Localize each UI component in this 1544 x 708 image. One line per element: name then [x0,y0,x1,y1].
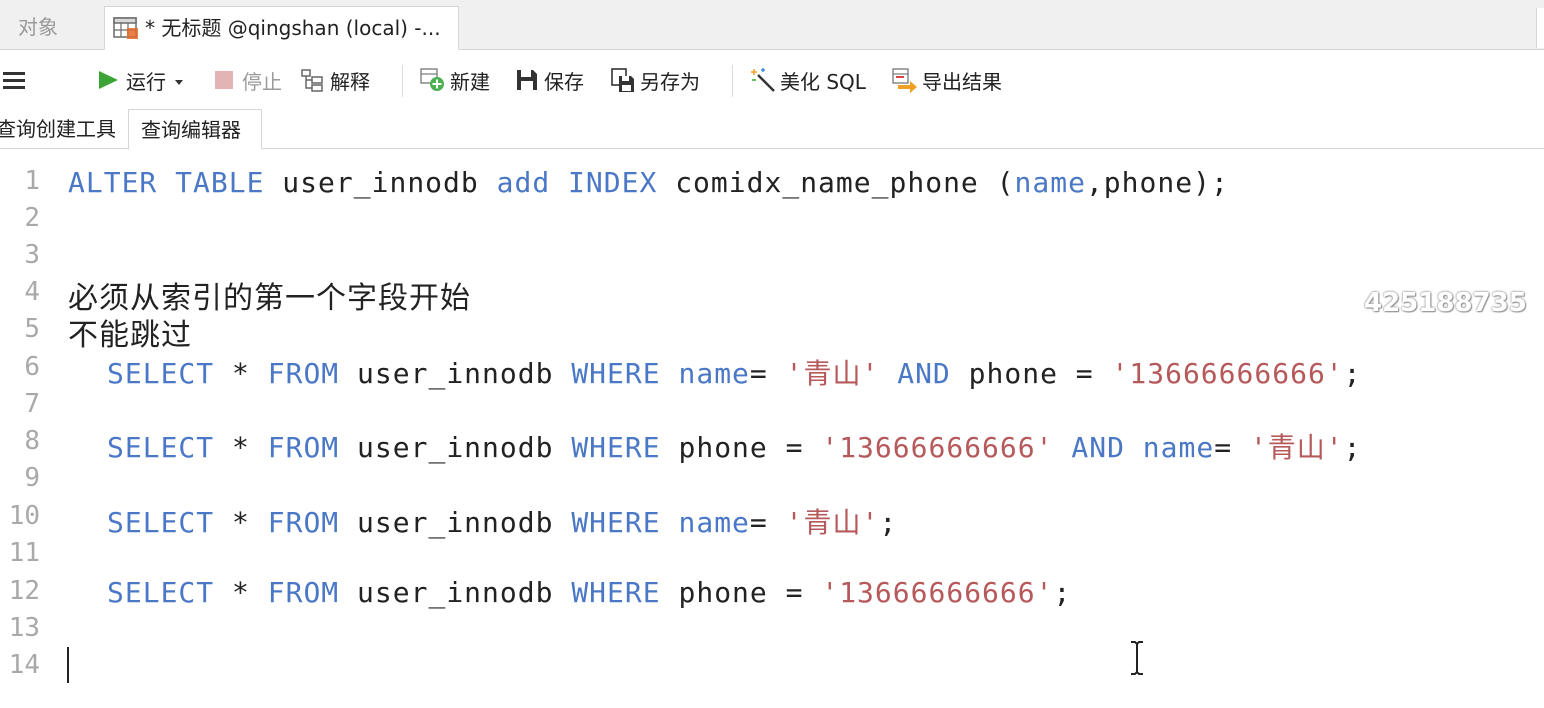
run-label: 运行 [126,69,166,94]
editor-mode-tabs: 查询创建工具 查询编辑器 [0,109,1544,150]
tab-query-editor[interactable]: 查询编辑器 [128,109,262,150]
save-as-icon [610,67,636,93]
code-line: 11 [0,532,1544,569]
export-results-button[interactable]: 导出结果 [892,51,1002,109]
menu-button[interactable] [2,51,32,109]
toolbar: 运行 停止 解释 新建 保存 另存为 美化 SQL 导出结果 [0,51,1544,109]
toolbar-divider [732,65,733,97]
code-line: 10 SELECT * FROM user_innodb WHERE name=… [0,495,1544,539]
toolbar-divider [402,65,403,97]
magic-wand-icon [750,67,776,93]
stop-button[interactable]: 停止 [212,51,282,109]
line-number: 7 [24,389,40,419]
line-number: 10 [8,501,40,531]
hamburger-menu-icon [2,67,28,93]
code-line: 8 SELECT * FROM user_innodb WHERE phone … [0,420,1544,464]
line-number: 6 [24,352,40,382]
save-label: 保存 [544,69,584,94]
line-number: 2 [24,203,40,233]
line-number: 5 [24,314,40,344]
run-dropdown-icon[interactable] [174,68,184,92]
code-line: 1 ALTER TABLE user_innodb add INDEX comi… [0,160,1544,199]
line-number: 14 [8,650,40,680]
ibeam-cursor-icon [1126,640,1148,676]
new-label: 新建 [450,69,490,94]
tab-query-label: * 无标题 @qingshan (local) -... [145,16,441,40]
line-number: 9 [24,463,40,493]
code-line: 7 [0,383,1544,420]
line-number: 4 [24,277,40,307]
line-number: 8 [24,426,40,456]
new-query-icon [420,67,446,93]
watermark: 425188735 [1364,288,1527,318]
explain-icon [300,67,326,93]
stop-icon [212,67,238,93]
export-icon [892,67,918,93]
tab-query-builder[interactable]: 查询创建工具 [0,109,126,149]
new-button[interactable]: 新建 [420,51,490,109]
save-button[interactable]: 保存 [514,51,584,109]
code-line: 13 [0,607,1544,644]
tab-objects[interactable]: 对象 [0,6,102,50]
save-as-button[interactable]: 另存为 [610,51,700,109]
code-line: 3 [0,234,1544,271]
line-number: 11 [8,538,40,568]
beautify-sql-label: 美化 SQL [780,69,866,94]
save-disk-icon [514,67,540,93]
code-line: 14 [0,644,1544,681]
text-caret [67,647,69,683]
query-table-icon [113,12,139,39]
code-text: ALTER TABLE user_innodb add INDEX comidx… [68,166,1229,199]
sql-editor[interactable]: 1 ALTER TABLE user_innodb add INDEX comi… [0,150,1544,708]
code-line: 4 必须从索引的第一个字段开始 [0,271,1544,316]
run-play-icon [96,67,122,93]
line-number: 3 [24,240,40,270]
tab-untitled-query[interactable]: * 无标题 @qingshan (local) -... [104,6,459,50]
line-number: 1 [24,166,40,196]
export-results-label: 导出结果 [922,69,1002,94]
code-text: SELECT * FROM user_innodb WHERE phone = … [107,576,1072,609]
save-as-label: 另存为 [640,69,700,94]
tab-strip: 对象 * 无标题 @qingshan (local) -... [0,0,1544,50]
tab-strip-edge [1536,8,1544,48]
stop-label: 停止 [242,69,282,94]
beautify-sql-button[interactable]: 美化 SQL [750,51,866,109]
explain-label: 解释 [330,69,370,94]
code-line: 12 SELECT * FROM user_innodb WHERE phone… [0,570,1544,609]
line-number: 13 [8,613,40,643]
code-line: 9 [0,457,1544,494]
explain-button[interactable]: 解释 [300,51,370,109]
code-line: 6 SELECT * FROM user_innodb WHERE name= … [0,346,1544,390]
line-number: 12 [8,576,40,606]
run-button[interactable]: 运行 [96,51,184,109]
code-line: 2 [0,197,1544,234]
code-line: 5 不能跳过 [0,308,1544,353]
